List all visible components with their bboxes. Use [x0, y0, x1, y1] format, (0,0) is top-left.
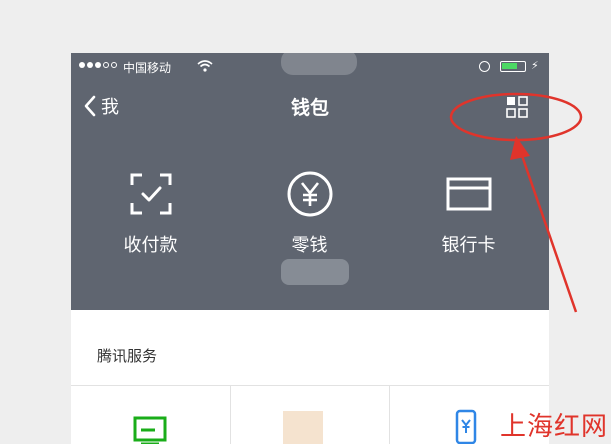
divider	[389, 386, 390, 444]
battery-level	[502, 63, 517, 69]
carrier-name: 中国移动	[123, 61, 172, 75]
blurred-service-icon[interactable]	[283, 411, 323, 444]
page-title: 钱包	[290, 97, 329, 119]
battery-icon	[500, 61, 526, 72]
nav-bar: 我 钱包	[71, 85, 549, 129]
scan-pay-icon	[130, 173, 171, 215]
services-section-title: 腾讯服务	[97, 347, 158, 365]
action-receive-pay[interactable]: 收付款	[71, 169, 230, 269]
divider	[71, 385, 549, 386]
signal-strength-icon	[79, 62, 117, 68]
action-label: 收付款	[123, 235, 178, 256]
action-balance[interactable]: 零钱	[230, 169, 389, 269]
status-bar: 中国移动 ⚡	[71, 53, 549, 81]
orientation-lock-icon	[479, 61, 490, 72]
wifi-icon	[197, 59, 213, 76]
action-label: 零钱	[291, 235, 328, 256]
phone-yuan-icon[interactable]	[455, 409, 477, 444]
grid-menu-icon[interactable]	[506, 96, 528, 118]
phone-screen: 中国移动 ⚡ 我 钱包 收付款 零钱 银行卡 腾讯服务	[71, 53, 549, 444]
green-card-icon[interactable]	[133, 416, 167, 444]
watermark: 上海红网	[500, 412, 609, 442]
wallet-header: 中国移动 ⚡ 我 钱包 收付款 零钱 银行卡	[71, 53, 549, 310]
action-bank-card[interactable]: 银行卡	[389, 169, 548, 269]
action-label: 银行卡	[441, 235, 496, 256]
yuan-coin-icon	[287, 171, 332, 217]
wallet-actions: 收付款 零钱 银行卡	[71, 169, 549, 269]
divider	[230, 386, 231, 444]
bank-card-icon	[446, 177, 491, 211]
blurred-region	[281, 53, 357, 75]
blurred-region	[281, 259, 349, 285]
charging-icon: ⚡	[531, 59, 539, 72]
